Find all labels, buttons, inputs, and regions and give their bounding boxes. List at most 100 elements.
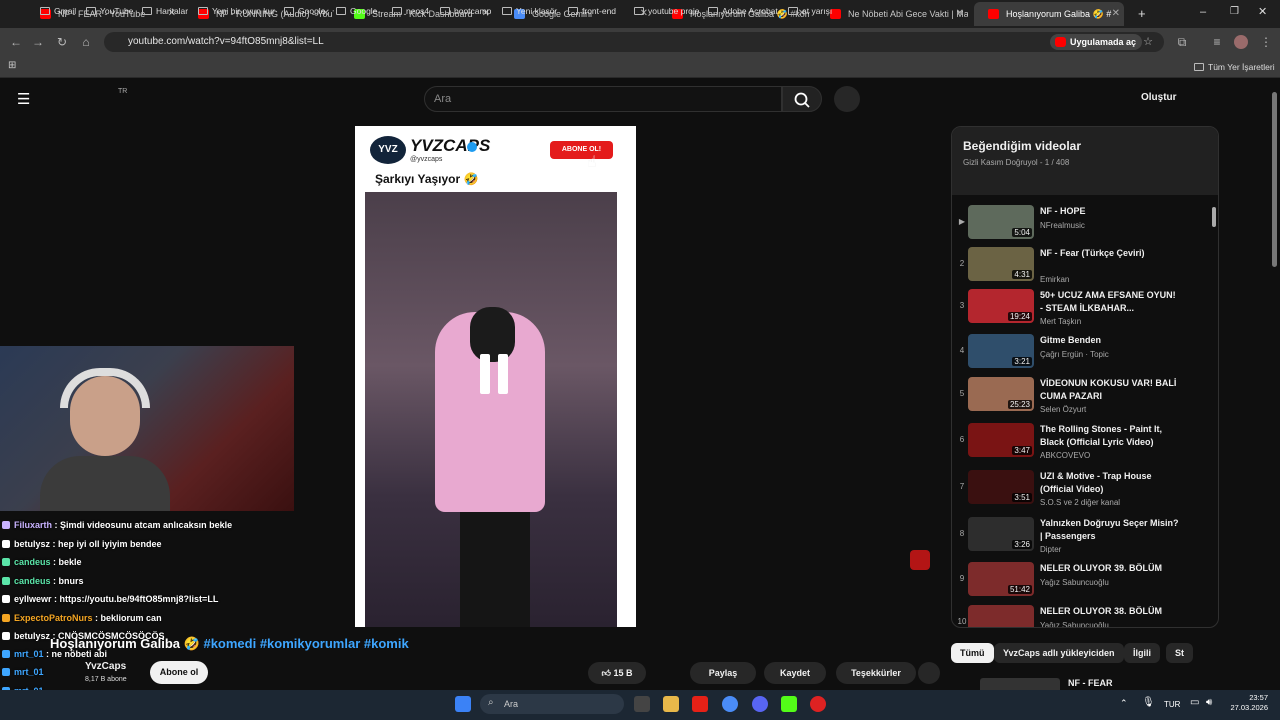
bookmark-item[interactable]: Google [336, 4, 377, 18]
bookmark-item[interactable]: Adobe Acrobat [708, 4, 778, 18]
kick-icon[interactable] [781, 696, 797, 712]
next-video-title[interactable]: NF - FEAR [1068, 678, 1113, 688]
chat-username[interactable]: betulysz [14, 631, 50, 641]
search-button[interactable] [782, 86, 822, 112]
playlist-item-title[interactable]: The Rolling Stones - Paint It, Black (Of… [1040, 423, 1180, 449]
playlist-item-thumbnail[interactable] [968, 605, 1034, 627]
tray-chevron-icon[interactable]: ⌃ [1120, 698, 1128, 709]
playlist-item-title[interactable]: VİDEONUN KOKUSU VAR! BALİ CUMA PAZARI [1040, 377, 1180, 403]
like-button[interactable]: 👍︎ 15 B [588, 662, 646, 684]
input-language[interactable]: TUR [1164, 700, 1180, 709]
playlist-item-title[interactable]: NELER OLUYOR 38. BÖLÜM [1040, 605, 1180, 618]
playlist-item-thumbnail[interactable]: 3:26 [968, 517, 1034, 551]
playlist-item[interactable]: 2 4:31 NF - Fear (Türkçe Çeviri) Emirkan [952, 245, 1212, 287]
playlist-item[interactable]: 3 19:24 50+ UCUZ AMA EFSANE OYUN! - STEAM … [952, 287, 1212, 329]
hamburger-menu-icon[interactable]: ☰ [17, 90, 30, 108]
bookmark-item[interactable]: youtube proje [634, 4, 700, 18]
playlist-item-thumbnail[interactable]: 19:24 [968, 289, 1034, 323]
chat-username[interactable]: candeus [14, 576, 51, 586]
task-view-icon[interactable] [634, 696, 650, 712]
next-video-thumbnail[interactable] [980, 678, 1060, 690]
chat-username[interactable]: candeus [14, 557, 51, 567]
subscribe-button[interactable]: Abone ol [150, 661, 208, 684]
page-scrollbar[interactable] [1272, 92, 1277, 267]
file-explorer-icon[interactable] [663, 696, 679, 712]
playlist-item-title[interactable]: Gitme Benden [1040, 334, 1180, 347]
bookmark-item[interactable]: bootcamp [440, 4, 491, 18]
tab-close-icon[interactable]: ✕ [956, 2, 964, 26]
bookmark-item[interactable]: Yeni klasör [502, 4, 557, 18]
bookmark-item[interactable]: Yeni bir oyun kur [198, 4, 275, 18]
playlist-item-thumbnail[interactable]: 4:31 [968, 247, 1034, 281]
search-input[interactable] [424, 86, 782, 112]
bookmark-star-icon[interactable]: ☆ [1138, 32, 1158, 52]
volume-icon[interactable]: 🔊︎ [1206, 697, 1212, 708]
playlist-item[interactable]: 4 3:21 Gitme Benden Çağrı Ergün · Topic [952, 332, 1212, 374]
caption-hashtags[interactable]: #komedi #komikyorumlar #komik [203, 636, 408, 651]
tab-close-icon[interactable]: ✕ [1112, 2, 1120, 26]
playlist-item-title[interactable]: 50+ UCUZ AMA EFSANE OYUN! - STEAM İLKBAH… [1040, 289, 1180, 315]
apps-grid-icon[interactable]: ⊞ [8, 60, 16, 71]
caption-channel-name[interactable]: YvzCaps [85, 661, 126, 672]
pause-icon[interactable] [480, 354, 510, 394]
discord-icon[interactable] [752, 696, 768, 712]
reload-icon[interactable]: ↻ [52, 32, 72, 52]
share-button[interactable]: Paylaş [690, 662, 756, 684]
playlist-item[interactable]: 5 25:23 VİDEONUN KOKUSU VAR! BALİ CUMA PAZ… [952, 375, 1212, 417]
filter-chip[interactable]: St [1166, 643, 1193, 663]
bookmark-item[interactable]: at yarışı [788, 4, 832, 18]
forward-arrow-icon[interactable]: → [28, 32, 48, 52]
chrome-icon[interactable] [722, 696, 738, 712]
playlist-item-title[interactable]: UZI & Motive - Trap House (Official Vide… [1040, 470, 1180, 496]
open-in-app-button[interactable]: Uygulamada aç [1050, 34, 1143, 50]
bookmark-item[interactable]: neos4 [392, 4, 429, 18]
taskbar-search[interactable] [480, 694, 624, 714]
playlist-item[interactable]: 8 3:26 Yalnızken Doğruyu Seçer Misin? | Pa… [952, 515, 1212, 557]
save-button[interactable]: Kaydet [764, 662, 826, 684]
system-clock[interactable]: 23:57 27.03.2026 [1228, 693, 1268, 713]
filter-chip[interactable]: İlgili [1124, 643, 1160, 663]
chat-username[interactable]: mrt_01 [14, 649, 44, 659]
chat-username[interactable]: betulysz [14, 539, 50, 549]
filter-chip[interactable]: YvzCaps adlı yükleyiciden [994, 643, 1124, 663]
playlist-item[interactable]: 7 3:51 UZI & Motive - Trap House (Official… [952, 468, 1212, 510]
playlist-item-thumbnail[interactable]: 3:51 [968, 470, 1034, 504]
reading-list-icon[interactable]: ≡ [1207, 32, 1227, 52]
minimize-button[interactable]: – [1200, 6, 1206, 18]
youtube-app-icon[interactable] [692, 696, 708, 712]
playlist-item-title[interactable]: Yalnızken Doğruyu Seçer Misin? | Passeng… [1040, 517, 1180, 543]
menu-dots-icon[interactable]: ⋮ [1256, 32, 1276, 52]
filter-chip[interactable]: Tümü [951, 643, 994, 663]
extensions-icon[interactable]: ⧉ [1172, 32, 1192, 52]
new-tab-button[interactable]: + [1138, 6, 1146, 21]
back-arrow-icon[interactable]: ← [6, 32, 26, 52]
close-window-button[interactable]: ✕ [1258, 5, 1267, 18]
voice-search-button[interactable] [834, 86, 860, 112]
playlist-scrollbar[interactable] [1212, 207, 1216, 227]
chat-username[interactable]: ExpectoPatroNurs [14, 613, 93, 623]
playlist-item-thumbnail[interactable]: 3:47 [968, 423, 1034, 457]
chat-username[interactable]: eyllwewr [14, 594, 52, 604]
create-button[interactable]: Oluştur [1141, 92, 1177, 103]
chat-username[interactable]: Filuxarth [14, 520, 52, 530]
playlist-item-title[interactable]: NF - HOPE [1040, 205, 1180, 218]
thanks-button[interactable]: Teşekkürler [836, 662, 916, 684]
playlist-item-title[interactable]: NELER OLUYOR 39. BÖLÜM [1040, 562, 1180, 575]
bookmark-item[interactable]: YouTube [86, 4, 133, 18]
chat-username[interactable]: mrt_01 [14, 667, 44, 677]
url-text[interactable]: youtube.com/watch?v=94ftO85mnj8&list=LL [128, 32, 324, 52]
browser-tab[interactable]: Ne Nöbeti Abi Gece Vakti | Ma ✕ [816, 2, 968, 26]
all-bookmarks[interactable]: Tüm Yer İşaretleri [1194, 60, 1275, 74]
network-icon[interactable]: ▭ [1190, 697, 1199, 708]
recording-app-icon[interactable] [810, 696, 826, 712]
playlist-item[interactable]: 9 51:42 NELER OLUYOR 39. BÖLÜM Yağız Sabunc… [952, 560, 1212, 602]
playlist-item-thumbnail[interactable]: 25:23 [968, 377, 1034, 411]
playlist-title[interactable]: Beğendiğim videolar [963, 139, 1081, 153]
playlist-item[interactable]: 10 NELER OLUYOR 38. BÖLÜM Yağız Sabuncuoğl… [952, 603, 1212, 627]
video-player[interactable]: YVZ YVZCAPS @yvzcaps ABONE OL! ☝ Şarkıyı… [355, 126, 636, 627]
playlist-item-title[interactable]: NF - Fear (Türkçe Çeviri) [1040, 247, 1180, 260]
bookmark-item[interactable]: Haritalar [142, 4, 188, 18]
bookmark-item[interactable]: front-end [568, 4, 616, 18]
bookmark-item[interactable]: Google [284, 4, 325, 18]
home-icon[interactable]: ⌂ [76, 32, 96, 52]
